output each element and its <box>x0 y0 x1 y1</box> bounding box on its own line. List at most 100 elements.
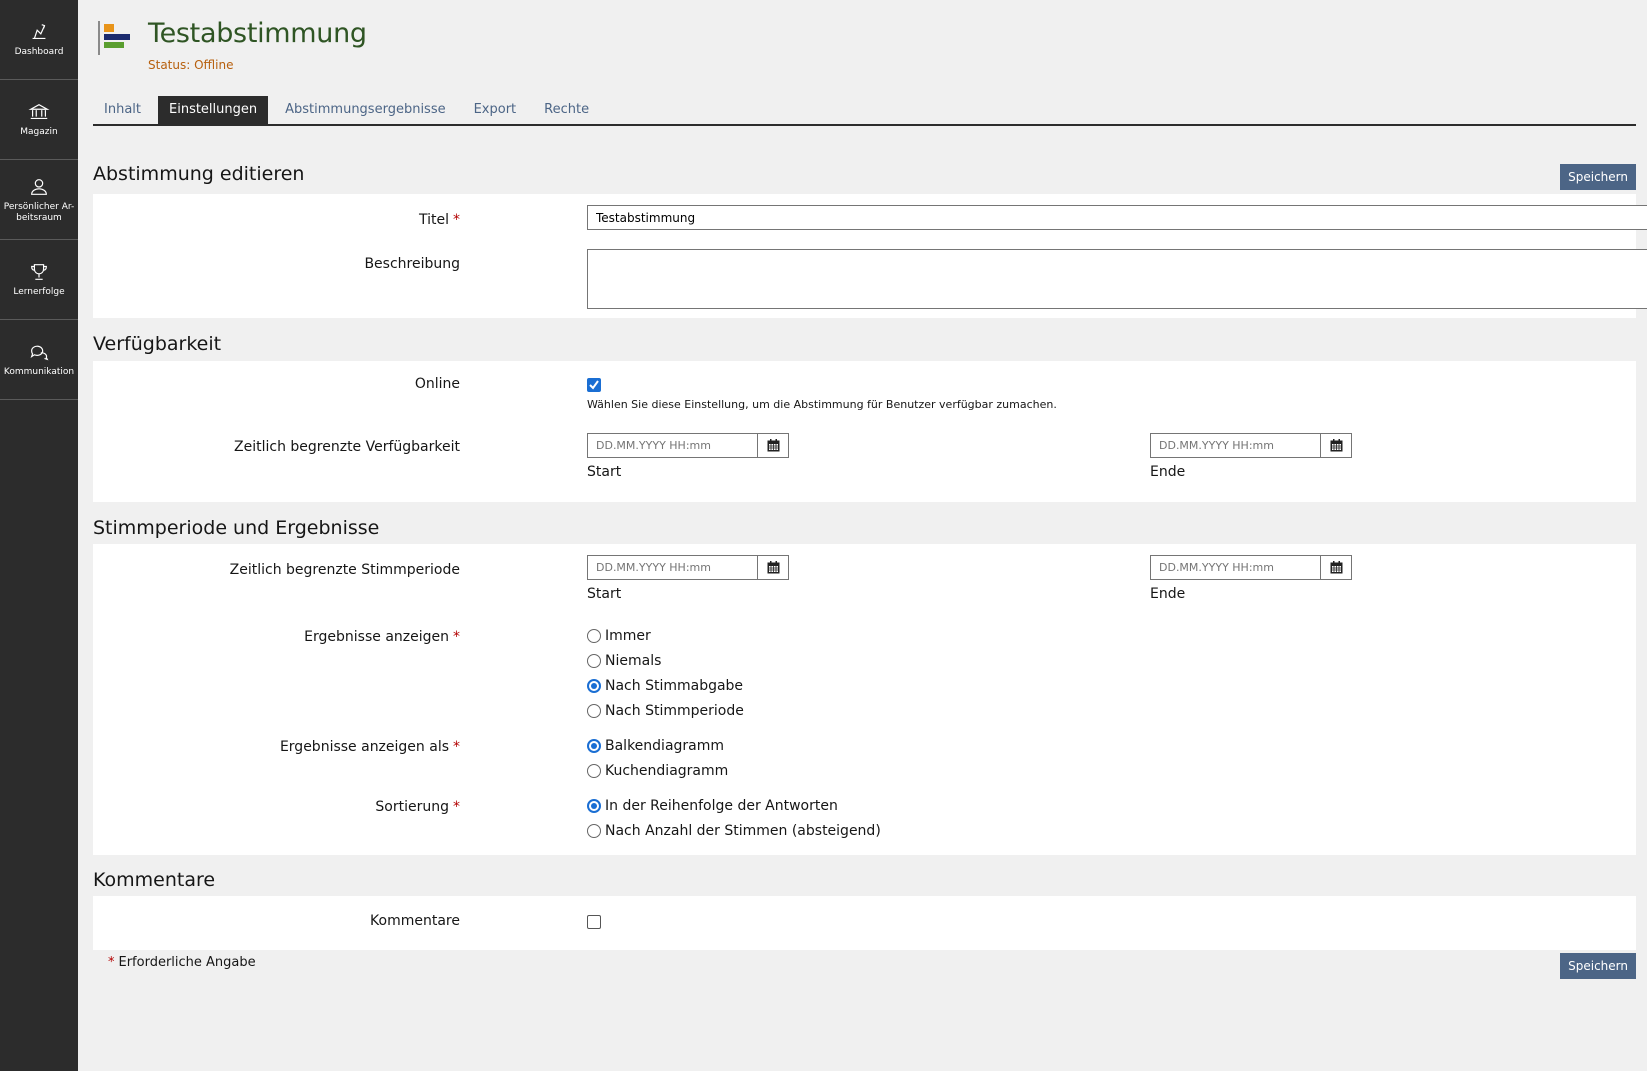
show-results-option-niemals[interactable]: Niemals <box>587 653 661 669</box>
radio-button[interactable] <box>587 629 601 643</box>
voting-end-date-field[interactable]: DD.MM.YYYY HH:mm <box>1150 555 1352 580</box>
required-marker: * <box>453 629 460 645</box>
start-label: Start <box>587 464 622 480</box>
voting-panel: Zeitlich begrenzte Stimmperiode DD.MM.YY… <box>93 544 1636 855</box>
user-icon <box>31 178 47 195</box>
tab-inhalt[interactable]: Inhalt <box>93 96 152 124</box>
limited-availability-label: Zeitlich begrenzte Verfügbarkeit <box>234 439 460 455</box>
date-placeholder: DD.MM.YYYY HH:mm <box>588 556 758 579</box>
radio-button[interactable] <box>587 739 601 753</box>
sidebar-item-workspace[interactable]: Persönlicher Ar-beitsraum <box>0 160 78 240</box>
radio-button[interactable] <box>587 799 601 813</box>
show-results-label: Ergebnisse anzeigen * <box>304 629 460 645</box>
radio-label: Nach Stimmabgabe <box>605 678 744 694</box>
section-title-comments: Kommentare <box>93 869 216 891</box>
section-title-voting: Stimmperiode und Ergebnisse <box>93 517 380 539</box>
radio-label: Immer <box>605 628 651 644</box>
section-title-edit: Abstimmung editieren <box>93 163 305 185</box>
tab-bar: Inhalt Einstellungen Abstimmungsergebnis… <box>93 96 1636 126</box>
save-button-top[interactable]: Speichern <box>1560 164 1636 190</box>
sidebar-item-achievements[interactable]: Lernerfolge <box>0 240 78 320</box>
availability-start-date-field[interactable]: DD.MM.YYYY HH:mm <box>587 433 789 458</box>
comments-panel: Kommentare <box>93 896 1636 950</box>
beschreibung-textarea[interactable] <box>587 249 1647 309</box>
sidebar-item-label: Lernerfolge <box>13 287 65 297</box>
end-label: Ende <box>1150 586 1186 602</box>
calendar-button[interactable] <box>758 556 788 579</box>
radio-button[interactable] <box>587 679 601 693</box>
calendar-button[interactable] <box>758 434 788 457</box>
tab-rechte[interactable]: Rechte <box>533 96 600 124</box>
show-results-option-immer[interactable]: Immer <box>587 628 651 644</box>
voting-start-date-field[interactable]: DD.MM.YYYY HH:mm <box>587 555 789 580</box>
sort-option-order[interactable]: In der Reihenfolge der Antworten <box>587 798 838 814</box>
calendar-button[interactable] <box>1321 556 1351 579</box>
show-as-option-kuchendiagramm[interactable]: Kuchendiagramm <box>587 763 728 779</box>
sidebar-item-label: Kommunikation <box>3 367 75 377</box>
radio-label: Niemals <box>605 653 662 669</box>
required-marker: * <box>108 955 115 970</box>
sidebar-item-label: Dashboard <box>14 47 64 57</box>
save-button-bottom[interactable]: Speichern <box>1560 953 1636 979</box>
calendar-icon <box>1330 439 1342 452</box>
sort-option-votes[interactable]: Nach Anzahl der Stimmen (absteigend) <box>587 823 881 839</box>
show-results-option-nach-stimmperiode[interactable]: Nach Stimmperiode <box>587 703 744 719</box>
calendar-icon <box>1330 561 1342 574</box>
titel-label: Titel * <box>419 212 460 228</box>
date-placeholder: DD.MM.YYYY HH:mm <box>1151 434 1321 457</box>
availability-panel: Online Wählen Sie diese Einstellung, um … <box>93 361 1636 502</box>
main-sidebar: Dashboard Magazin Persönlicher Ar-beitsr… <box>0 0 78 1071</box>
comments-checkbox[interactable] <box>587 915 601 929</box>
show-as-label: Ergebnisse anzeigen als * <box>280 739 460 755</box>
sidebar-item-label: Magazin <box>20 127 58 137</box>
calendar-icon <box>767 561 779 574</box>
tab-export[interactable]: Export <box>463 96 528 124</box>
beschreibung-label: Beschreibung <box>364 256 460 272</box>
show-as-label-text: Ergebnisse anzeigen als <box>279 739 449 755</box>
edit-panel: Titel* Beschreibung <box>93 194 1647 318</box>
show-results-option-nach-stimmabgabe[interactable]: Nach Stimmabgabe <box>587 678 743 694</box>
date-placeholder: DD.MM.YYYY HH:mm <box>1151 556 1321 579</box>
radio-button[interactable] <box>587 654 601 668</box>
required-note-text: Erforderliche Angabe <box>118 955 256 970</box>
radio-label: Kuchendiagramm <box>605 763 729 779</box>
radio-button[interactable] <box>587 704 601 718</box>
radio-button[interactable] <box>587 764 601 778</box>
voting-period-label: Zeitlich begrenzte Stimmperiode <box>229 562 460 578</box>
required-note: * Erforderliche Angabe <box>108 955 256 970</box>
required-marker: * <box>453 212 460 228</box>
chat-icon <box>30 345 49 361</box>
show-results-label-text: Ergebnisse anzeigen <box>304 629 449 645</box>
sort-label: Sortierung * <box>375 799 460 815</box>
radio-button[interactable] <box>587 824 601 838</box>
online-label: Online <box>414 376 460 392</box>
titel-label-text: Titel <box>418 212 449 228</box>
sort-label-text: Sortierung <box>375 799 449 815</box>
start-label: Start <box>587 586 622 602</box>
status-text: Status: Offline <box>148 58 234 72</box>
required-marker: * <box>453 799 460 815</box>
checkmark-icon <box>589 380 599 390</box>
availability-end-date-field[interactable]: DD.MM.YYYY HH:mm <box>1150 433 1352 458</box>
end-label: Ende <box>1150 464 1186 480</box>
titel-input[interactable] <box>587 205 1647 230</box>
sidebar-item-magazin[interactable]: Magazin <box>0 80 78 160</box>
calendar-button[interactable] <box>1321 434 1351 457</box>
sidebar-item-communication[interactable]: Kommunikation <box>0 320 78 400</box>
poll-icon <box>98 21 130 55</box>
bank-icon <box>28 103 50 120</box>
sidebar-item-dashboard[interactable]: Dashboard <box>0 0 78 80</box>
tab-abstimmungsergebnisse[interactable]: Abstimmungsergebnisse <box>274 96 456 124</box>
online-checkbox[interactable] <box>587 378 601 392</box>
section-title-availability: Verfügbarkeit <box>93 333 222 355</box>
calendar-icon <box>767 439 779 452</box>
tab-einstellungen[interactable]: Einstellungen <box>158 96 269 124</box>
radio-label: Nach Stimmperiode <box>605 703 744 719</box>
required-marker: * <box>453 739 460 755</box>
date-placeholder: DD.MM.YYYY HH:mm <box>588 434 758 457</box>
show-as-option-balkendiagramm[interactable]: Balkendiagramm <box>587 738 724 754</box>
radio-label: Balkendiagramm <box>605 738 725 754</box>
trophy-icon <box>31 264 47 280</box>
page-title: Testabstimmung <box>148 18 367 49</box>
online-help-text: Wählen Sie diese Einstellung, um die Abs… <box>587 398 1057 411</box>
